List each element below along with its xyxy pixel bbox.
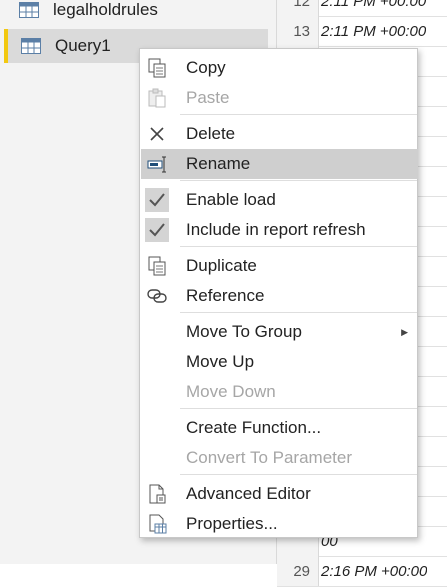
menu-label: Include in report refresh: [186, 220, 366, 239]
menu-item-copy[interactable]: Copy: [141, 53, 418, 83]
menu-label: Convert To Parameter: [186, 448, 352, 467]
menu-label: Copy: [186, 58, 226, 77]
query-label: Query1: [55, 36, 111, 55]
menu-label: Move Down: [186, 382, 276, 401]
menu-item-move-up[interactable]: Move Up: [141, 347, 418, 377]
table-row[interactable]: 29 2:16 PM +00:00: [277, 556, 447, 587]
menu-label: Move Up: [186, 352, 255, 371]
menu-item-reference[interactable]: Reference: [141, 281, 418, 311]
row-number: 12: [277, 0, 319, 16]
query-label: legalholdrules: [53, 0, 158, 19]
copy-icon: [148, 58, 166, 78]
query-item-legalholdrules[interactable]: legalholdrules: [6, 0, 264, 27]
menu-item-convert-to-parameter[interactable]: Convert To Parameter: [141, 443, 418, 473]
row-number: 29: [277, 556, 319, 586]
table-row[interactable]: 12 2:11 PM +00:00: [277, 0, 447, 17]
menu-label: Rename: [186, 154, 251, 173]
menu-separator: [180, 114, 417, 115]
table-icon: [19, 2, 39, 18]
menu-item-delete[interactable]: Delete: [141, 119, 418, 149]
menu-item-duplicate[interactable]: Duplicate: [141, 251, 418, 281]
menu-label: Properties...: [186, 514, 278, 533]
cell-value: 2:11 PM +00:00: [321, 0, 427, 10]
menu-label: Create Function...: [186, 418, 322, 437]
properties-icon: [149, 514, 167, 534]
rename-icon: [147, 156, 166, 173]
cell-value: 2:11 PM +00:00: [321, 22, 427, 40]
table-icon: [21, 38, 41, 54]
menu-item-enable-load[interactable]: Enable load: [141, 185, 418, 215]
menu-item-create-function[interactable]: Create Function...: [141, 413, 418, 443]
menu-item-properties[interactable]: Properties...: [141, 509, 418, 539]
menu-label: Duplicate: [186, 256, 257, 275]
menu-label: Advanced Editor: [186, 484, 311, 503]
table-row[interactable]: 13 2:11 PM +00:00: [277, 16, 447, 47]
close-icon: [150, 127, 164, 141]
menu-item-include-refresh[interactable]: Include in report refresh: [141, 215, 418, 245]
check-icon: [149, 223, 165, 237]
cell-value: 2:16 PM +00:00: [321, 562, 428, 580]
menu-separator: [180, 408, 417, 409]
chevron-right-icon: ▶: [401, 327, 408, 337]
check-icon: [149, 193, 165, 207]
paste-icon: [148, 88, 166, 108]
menu-label: Delete: [186, 124, 236, 143]
menu-separator: [180, 312, 417, 313]
menu-label: Paste: [186, 88, 230, 107]
menu-item-advanced-editor[interactable]: Advanced Editor: [141, 479, 418, 509]
document-icon: [149, 484, 166, 504]
duplicate-icon: [148, 256, 166, 276]
menu-separator: [180, 474, 417, 475]
menu-item-move-down[interactable]: Move Down: [141, 377, 418, 407]
menu-item-rename[interactable]: Rename: [141, 149, 418, 179]
menu-separator: [180, 180, 417, 181]
menu-item-paste[interactable]: Paste: [141, 83, 418, 113]
row-number: 13: [277, 16, 319, 46]
context-menu: Copy Paste Delete Rename Enable load Inc…: [139, 48, 418, 538]
menu-label: Reference: [186, 286, 265, 305]
link-icon: [147, 289, 167, 303]
menu-item-move-to-group[interactable]: Move To Group ▶: [141, 317, 418, 347]
menu-label: Enable load: [186, 190, 276, 209]
menu-separator: [180, 246, 417, 247]
menu-label: Move To Group: [186, 322, 302, 341]
